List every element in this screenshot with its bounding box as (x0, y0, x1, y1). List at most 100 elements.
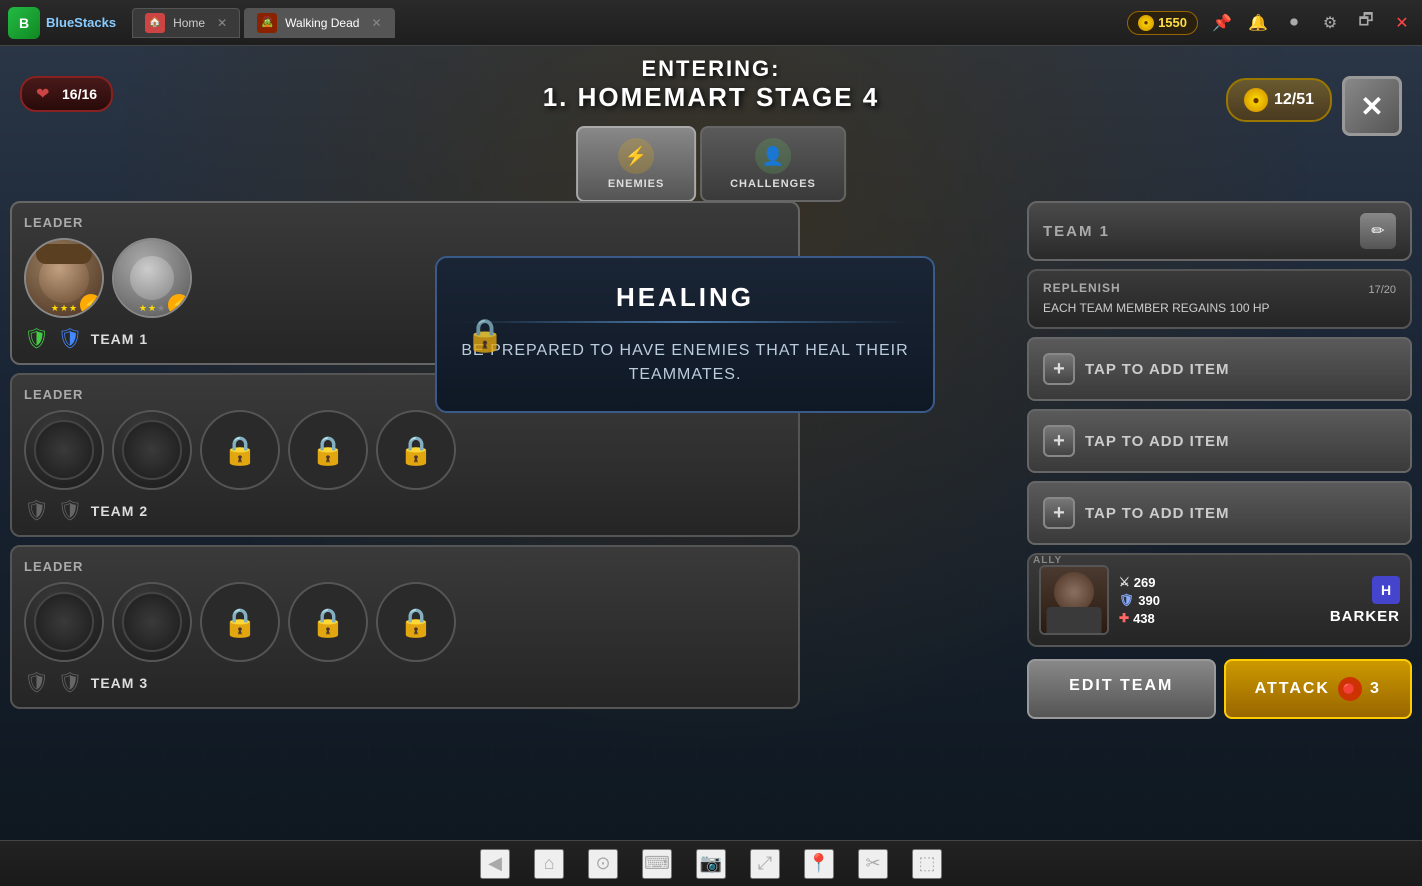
health-text: 16/16 (62, 86, 97, 102)
counter-value: 12/51 (1274, 91, 1314, 109)
team3-shield-1: 🛡 (24, 670, 49, 695)
team1-right-label: TEAM 1 (1043, 223, 1110, 240)
stat-health: ✚ 438 (1119, 611, 1160, 626)
sword-icon: ⚔ (1119, 575, 1130, 589)
team3-member-2[interactable] (112, 582, 192, 662)
ally-name: BARKER (1330, 608, 1400, 625)
bottom-buttons: EDIT TEAM ATTACK 🔴 3 (1027, 659, 1412, 719)
circle-btn[interactable]: ⊙ (588, 849, 618, 879)
team3-footer: 🛡 🛡 TEAM 3 (24, 670, 786, 695)
restore-btn[interactable]: 🗗 (1354, 11, 1378, 35)
resize-btn[interactable]: ⤢ (750, 849, 780, 879)
settings-btn[interactable]: ⚙ (1318, 11, 1342, 35)
team1-shield-blue: 🛡 (57, 326, 82, 351)
close-game-btn[interactable]: ✕ (1342, 76, 1402, 136)
team2-lock-4: 🔒 (311, 434, 346, 467)
team-card-3: LEADER 🔒 🔒 🔒 🛡 🛡 (10, 545, 800, 709)
home-tab-label: Home (173, 16, 205, 30)
team3-members: 🔒 🔒 🔒 (24, 582, 786, 662)
add-item-label-2: TAP TO ADD ITEM (1085, 433, 1229, 450)
team2-shield-1: 🛡 (24, 498, 49, 523)
ally-stats: ⚔ 269 🛡 390 ✚ 438 (1119, 575, 1160, 626)
ally-info: H BARKER (1330, 576, 1400, 625)
stat-attack: ⚔ 269 (1119, 575, 1160, 590)
team2-footer: 🛡 🛡 TEAM 2 (24, 498, 786, 523)
close-app-btn[interactable]: ✕ (1390, 11, 1414, 35)
team3-lock-4: 🔒 (311, 606, 346, 639)
home-btn[interactable]: ⌂ (534, 849, 564, 879)
tab-walking-dead[interactable]: 🧟 Walking Dead ✕ (244, 8, 394, 38)
taskbar-right: ● 1550 📌 🔔 ⏺ ⚙ 🗗 ✕ (1127, 11, 1414, 35)
ally-health: 438 (1133, 611, 1155, 626)
team3-lock-3: 🔒 (223, 606, 258, 639)
counter-badge: ● 12/51 (1226, 78, 1332, 122)
stat-defense: 🛡 390 (1119, 593, 1160, 608)
add-item-label-3: TAP TO ADD ITEM (1085, 505, 1229, 522)
entering-label: ENTERING: (543, 56, 880, 82)
add-item-btn-2[interactable]: + TAP TO ADD ITEM (1027, 409, 1412, 473)
team1-member-2[interactable]: ★ ★ ★ ⚡ (112, 238, 192, 318)
member2-lightning: ⚡ (168, 294, 190, 316)
tab-enemies[interactable]: ⚡ ENEMIES (576, 126, 696, 202)
team3-lock-5: 🔒 (399, 606, 434, 639)
team2-member-4[interactable]: 🔒 (288, 410, 368, 490)
pencil-edit-btn[interactable]: ✏ (1360, 213, 1396, 249)
back-btn[interactable]: ◀ (480, 849, 510, 879)
coin-icon: ● (1138, 15, 1154, 31)
add-icon-2: + (1043, 425, 1075, 457)
team2-lock-5: 🔒 (399, 434, 434, 467)
team3-member-5[interactable]: 🔒 (376, 582, 456, 662)
keyboard-btn[interactable]: ⌨ (642, 849, 672, 879)
team3-member-4[interactable]: 🔒 (288, 582, 368, 662)
health-icon: ❤ (36, 84, 56, 104)
tool-btn[interactable]: ✂ (858, 849, 888, 879)
attack-button[interactable]: ATTACK 🔴 3 (1224, 659, 1413, 719)
map-btn[interactable]: 📍 (804, 849, 834, 879)
defense-icon: 🛡 (1119, 593, 1134, 607)
team1-name: TEAM 1 (91, 331, 148, 347)
challenges-tab-icon: 👤 (755, 138, 791, 174)
team2-shield-2: 🛡 (57, 498, 82, 523)
ally-attack: 269 (1134, 575, 1156, 590)
team2-member-1[interactable] (24, 410, 104, 490)
team3-member-3[interactable]: 🔒 (200, 582, 280, 662)
counter-icon: ● (1244, 88, 1268, 112)
team3-leader-label: LEADER (24, 559, 786, 574)
team2-member-2[interactable] (112, 410, 192, 490)
team3-avatar-2 (122, 592, 182, 652)
team2-lock-3: 🔒 (223, 434, 258, 467)
stage-name: 1. HOMEMART STAGE 4 (543, 82, 880, 113)
attack-cost: 3 (1370, 680, 1381, 698)
ally-section: ALLY ⚔ 269 🛡 (1027, 553, 1412, 647)
team2-member-5[interactable]: 🔒 (376, 410, 456, 490)
replenish-title: REPLENISH (1043, 281, 1121, 295)
ally-container: ALLY ⚔ 269 🛡 (1027, 553, 1412, 647)
entering-title: ENTERING: 1. HOMEMART STAGE 4 (543, 56, 880, 113)
ally-avatar-inner (1041, 567, 1107, 633)
team3-member-1[interactable] (24, 582, 104, 662)
member1-lightning: ⚡ (80, 294, 102, 316)
add-item-btn-1[interactable]: + TAP TO ADD ITEM (1027, 337, 1412, 401)
team1-shield-green: 🛡 (24, 326, 49, 351)
grid-btn[interactable]: ⬚ (912, 849, 942, 879)
edit-team-button[interactable]: EDIT TEAM (1027, 659, 1216, 719)
tab-home[interactable]: 🏠 Home ✕ (132, 8, 240, 38)
record-btn[interactable]: ⏺ (1282, 11, 1306, 35)
add-item-label-1: TAP TO ADD ITEM (1085, 361, 1229, 378)
camera-btn[interactable]: 📷 (696, 849, 726, 879)
ally-class-icon: H (1372, 576, 1400, 604)
home-tab-icon: 🏠 (145, 13, 165, 33)
wd-tab-icon: 🧟 (257, 13, 277, 33)
close-tab-wd[interactable]: ✕ (371, 16, 381, 30)
add-item-btn-3[interactable]: + TAP TO ADD ITEM (1027, 481, 1412, 545)
tab-challenges[interactable]: 👤 CHALLENGES (700, 126, 846, 202)
bell-btn[interactable]: 🔔 (1246, 11, 1270, 35)
top-tabs: ⚡ ENEMIES 👤 CHALLENGES (576, 126, 846, 202)
close-tab-home[interactable]: ✕ (217, 16, 227, 30)
game-area: ❤ 16/16 ENTERING: 1. HOMEMART STAGE 4 ● … (0, 46, 1422, 846)
pin-btn[interactable]: 📌 (1210, 11, 1234, 35)
team2-member-3[interactable]: 🔒 (200, 410, 280, 490)
wd-tab-label: Walking Dead (285, 16, 359, 30)
team1-member-1[interactable]: ★ ★ ★ ⚡ (24, 238, 104, 318)
health-bar: ❤ 16/16 (20, 76, 113, 112)
